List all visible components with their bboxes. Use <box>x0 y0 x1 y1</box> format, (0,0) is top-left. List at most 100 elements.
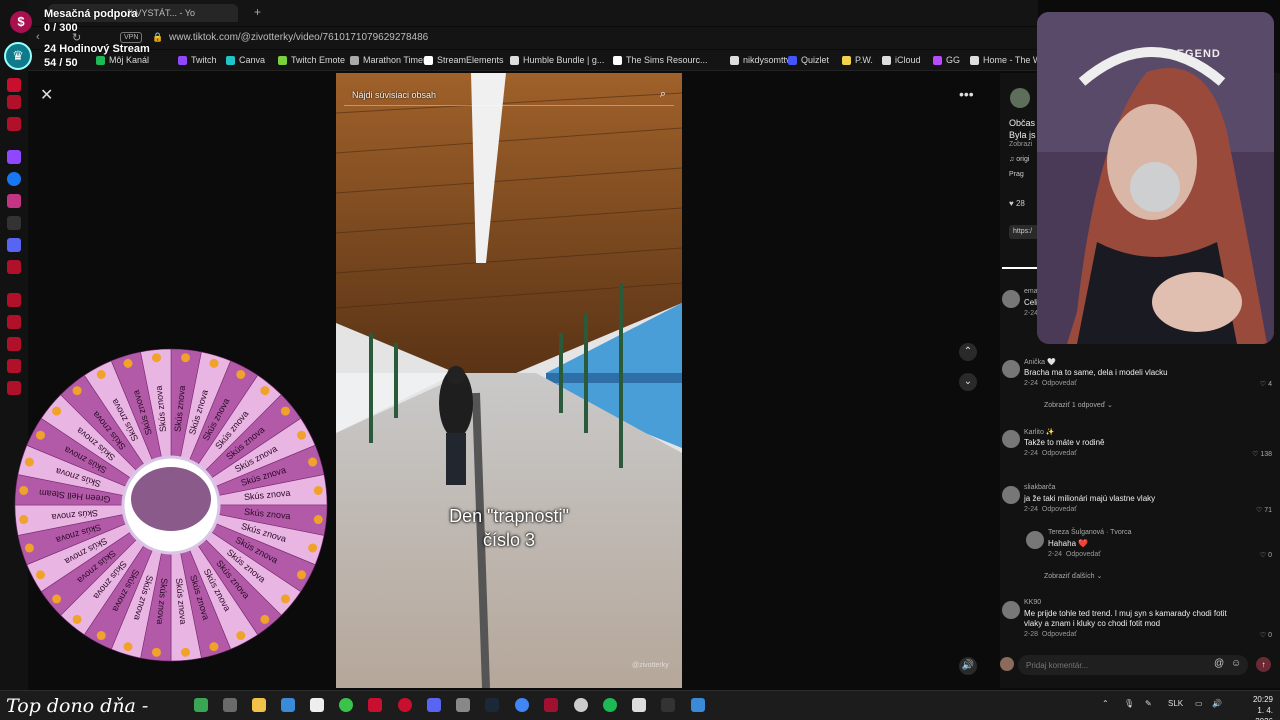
icloud-icon <box>882 55 891 65</box>
mail-icon[interactable] <box>7 95 21 109</box>
mic-icon[interactable]: 🎙 <box>1124 699 1134 708</box>
previous-video-button[interactable]: ⌃ <box>959 343 977 361</box>
vscode-icon[interactable] <box>691 698 705 712</box>
folder-icon[interactable] <box>252 698 266 712</box>
cc-icon[interactable] <box>223 698 237 712</box>
view-more-replies-link[interactable]: Zobraziť ďalších ⌄ <box>1044 572 1102 580</box>
comment-text-2: vlaky a znam i kluky co chodi fotit mod <box>1024 619 1161 628</box>
emoji-icon[interactable]: ☺ <box>1231 658 1241 669</box>
reply-button[interactable]: Odpovedať <box>1042 450 1077 457</box>
commenter-avatar[interactable] <box>1002 601 1020 619</box>
volume-icon[interactable]: 🔊 <box>959 657 977 675</box>
commenter-avatar[interactable] <box>1002 290 1020 308</box>
coin-icon <box>96 369 106 379</box>
show-more-link[interactable]: Zobrazi <box>1009 141 1032 148</box>
chrome-icon[interactable] <box>515 698 529 712</box>
pen-icon[interactable]: ✎ <box>1145 699 1152 708</box>
messenger-icon[interactable] <box>7 172 21 186</box>
next-video-button[interactable]: ⌄ <box>959 373 977 391</box>
twitch-icon[interactable] <box>7 150 21 164</box>
commenter-name[interactable]: ema <box>1024 288 1038 295</box>
related-search[interactable]: Nájdi súvisiaci obsah ⌕ <box>344 86 674 106</box>
spotify-icon[interactable] <box>603 698 617 712</box>
bookmark-item[interactable]: Home - The W <box>970 55 1041 65</box>
bookmark-item[interactable]: iCloud <box>882 55 921 65</box>
store-icon[interactable] <box>281 698 295 712</box>
bookmark-item[interactable]: Humble Bundle | g... <box>510 55 604 65</box>
bookmark-item[interactable]: Quizlet <box>788 55 829 65</box>
steam-icon[interactable] <box>485 698 499 712</box>
coin-icon <box>280 594 290 604</box>
xbox-icon[interactable] <box>339 698 353 712</box>
bookmark-item[interactable]: Twitch Emote <box>278 55 345 65</box>
speaker-icon[interactable]: 🔊 <box>1212 699 1222 708</box>
terminal-icon[interactable] <box>632 698 646 712</box>
gg-icon <box>933 55 942 65</box>
box-icon[interactable] <box>7 315 21 329</box>
bookmark-item[interactable]: Twitch <box>178 55 217 65</box>
comment-likes[interactable]: ♡ 4 <box>1260 380 1272 388</box>
instagram-icon[interactable] <box>7 194 21 208</box>
bookmark-label: nikdysomttv <box>743 55 791 65</box>
discord-icon[interactable] <box>7 238 21 252</box>
commenter-name[interactable]: sliakbarča <box>1024 484 1056 491</box>
bookmark-item[interactable]: Marathon Timer <box>350 55 426 65</box>
opera-gx-icon[interactable] <box>398 698 412 712</box>
view-replies-link[interactable]: Zobraziť 1 odpoveď ⌄ <box>1044 401 1113 409</box>
author-avatar[interactable] <box>1010 88 1030 108</box>
commenter-name[interactable]: KK90 <box>1024 599 1041 606</box>
clock[interactable]: 20:29 1. 4. 2026 <box>1241 694 1273 720</box>
post-music[interactable]: ♫ origi <box>1009 156 1029 163</box>
commenter-name[interactable]: Tereza Šulganová · Tvorca <box>1048 529 1132 536</box>
x-icon[interactable] <box>7 216 21 230</box>
app3-icon[interactable] <box>574 698 588 712</box>
bookmark-item[interactable]: GG <box>933 55 960 65</box>
chevron-up-icon[interactable]: ⌃ <box>1102 699 1109 708</box>
monitor-icon[interactable]: ▭ <box>1195 699 1203 708</box>
like-button[interactable]: ♥ 28 <box>1009 199 1025 208</box>
bookmark-item[interactable]: StreamElements <box>424 55 504 65</box>
reply-button[interactable]: Odpovedať <box>1066 551 1101 558</box>
coin-icon <box>123 642 133 652</box>
bookmark-item[interactable]: The Sims Resourc... <box>613 55 708 65</box>
commenter-avatar[interactable] <box>1002 360 1020 378</box>
settings-icon[interactable] <box>456 698 470 712</box>
commenter-avatar[interactable] <box>1002 430 1020 448</box>
more-options-icon[interactable]: ••• <box>959 86 974 102</box>
history-icon[interactable] <box>7 293 21 307</box>
bookmark-icon[interactable] <box>7 117 21 131</box>
comment-likes[interactable]: ♡ 138 <box>1252 450 1272 458</box>
comment-likes[interactable]: ♡ 71 <box>1256 506 1272 514</box>
app2-icon[interactable] <box>544 698 558 712</box>
language-indicator[interactable]: SLK <box>1168 699 1183 708</box>
mention-icon[interactable]: @ <box>1214 658 1224 669</box>
coin-icon <box>209 358 219 368</box>
commenter-avatar[interactable] <box>1026 531 1044 549</box>
url-field[interactable]: www.tiktok.com/@zivotterky/video/7610171… <box>169 32 428 43</box>
comment-likes[interactable]: ♡ 0 <box>1260 551 1272 559</box>
reply-button[interactable]: Odpovedať <box>1042 380 1077 387</box>
bookmarks-bar: Môj Kanál Twitch Canva Twitch Emote Marathon… <box>28 50 1041 71</box>
send-button[interactable]: ↑ <box>1256 657 1271 672</box>
app-icon[interactable] <box>194 698 208 712</box>
commenter-name[interactable]: Anička 🤍 <box>1024 358 1056 366</box>
bookmark-item[interactable]: P.W. <box>842 55 873 65</box>
comment-likes[interactable]: ♡ 0 <box>1260 631 1272 639</box>
commenter-name[interactable]: Karlito ✨ <box>1024 428 1055 436</box>
bookmark-item[interactable]: Canva <box>226 55 265 65</box>
obs-icon[interactable] <box>310 698 324 712</box>
window-icon[interactable] <box>661 698 675 712</box>
close-icon[interactable]: ✕ <box>40 85 53 105</box>
capture-icon[interactable] <box>368 698 382 712</box>
music-icon[interactable] <box>7 260 21 274</box>
search-icon[interactable]: ⌕ <box>660 88 666 101</box>
video-player[interactable] <box>336 73 682 688</box>
bookmark-item[interactable]: nikdysomttv <box>730 55 791 65</box>
reply-button[interactable]: Odpovedať <box>1042 506 1077 513</box>
discord-icon[interactable] <box>427 698 441 712</box>
post-location[interactable]: Prag <box>1009 171 1024 178</box>
commenter-avatar[interactable] <box>1002 486 1020 504</box>
new-tab-button[interactable]: + <box>254 5 261 19</box>
opera-icon[interactable] <box>7 78 21 92</box>
reply-button[interactable]: Odpovedať <box>1042 631 1077 638</box>
